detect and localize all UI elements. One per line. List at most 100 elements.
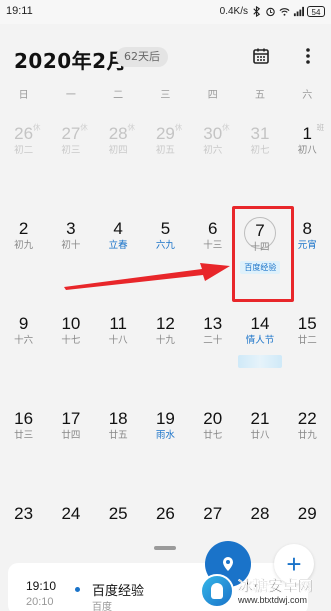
calendar-week-row: 23 24 25 26 27 28 29 (0, 502, 331, 552)
weekday-header: 日 一 二 三 四 五 六 (0, 86, 331, 106)
day-number: 17 (61, 409, 81, 428)
watermark-logo (200, 574, 234, 608)
event-title: 百度经验 (92, 584, 145, 599)
calendar-day-cell[interactable]: 10 十七 (47, 312, 94, 407)
calendar-day-cell[interactable]: 16 廿三 (0, 407, 47, 502)
calendar-day-cell[interactable]: 19 雨水 (142, 407, 189, 502)
holiday-badge: 休 (174, 123, 183, 132)
calendar-day-cell[interactable]: 25 (95, 502, 142, 552)
day-number: 5 (160, 219, 171, 238)
signal-icon (293, 6, 304, 16)
drag-handle[interactable] (154, 546, 176, 550)
day-number: 22 (297, 409, 317, 428)
day-number: 9 (18, 314, 29, 333)
calendar-day-cell[interactable]: 14 情人节 (236, 312, 283, 407)
calendar-day-cell[interactable]: 29 初五休 (142, 122, 189, 217)
event-color-dot (75, 587, 80, 592)
day-number: 18 (108, 409, 128, 428)
event-end-time: 20:10 (26, 596, 54, 608)
lunar-date-label: 初二 (14, 145, 34, 156)
day-number: 3 (66, 219, 76, 238)
lunar-date-label: 十九 (155, 335, 175, 346)
day-number: 25 (108, 504, 128, 523)
battery-icon: 54 (307, 5, 325, 17)
calendar-week-row: 16 廿三 17 廿四 18 廿五 19 雨水 20 廿七 21 廿八 22 廿九 (0, 407, 331, 502)
lunar-date-label: 初三 (61, 145, 81, 156)
event-start-time: 19:10 (26, 579, 57, 593)
calendar-day-cell[interactable]: 11 十八 (95, 312, 142, 407)
lunar-date-label: 十七 (61, 335, 81, 346)
calendar-day-cell[interactable]: 20 廿七 (189, 407, 236, 502)
day-number: 12 (155, 314, 175, 333)
weekday-label: 一 (65, 90, 76, 101)
holiday-badge: 班 (316, 123, 325, 132)
days-until-badge: 62天后 (116, 47, 168, 67)
calendar-day-cell[interactable]: 22 廿九 (284, 407, 331, 502)
lunar-date-label: 廿二 (297, 335, 317, 346)
lunar-date-label: 初九 (14, 240, 34, 251)
more-button[interactable] (294, 42, 322, 70)
lunar-date-label: 六九 (155, 240, 175, 251)
calendar-day-cell[interactable]: 13 二十 (189, 312, 236, 407)
calendar-day-cell[interactable]: 24 (47, 502, 94, 552)
calendar-week-row: 26 初二休 27 初三休 28 初四休 29 初五休 30 初六休 31 初七 1 初八班 (0, 122, 331, 217)
lunar-date-label: 廿七 (203, 430, 223, 441)
lunar-date-label: 廿五 (108, 430, 128, 441)
calendar-day-cell[interactable]: 23 (0, 502, 47, 552)
lunar-date-label: 初六 (203, 145, 223, 156)
lunar-date-label: 情人节 (245, 335, 275, 346)
status-time: 19:11 (6, 5, 33, 17)
calendar-day-cell[interactable]: 27 初三休 (47, 122, 94, 217)
lunar-date-label: 廿三 (14, 430, 34, 441)
calendar-grid: 26 初二休 27 初三休 28 初四休 29 初五休 30 初六休 31 初七 1 初八班 2 初九 3 初十 4… (0, 122, 331, 552)
alarm-icon (266, 7, 275, 16)
calendar-day-cell[interactable]: 17 廿四 (47, 407, 94, 502)
calendar-day-cell[interactable]: 21 廿八 (236, 407, 283, 502)
calendar-day-cell[interactable]: 15 廿二 (284, 312, 331, 407)
holiday-badge: 休 (127, 123, 136, 132)
day-number: 13 (203, 314, 223, 333)
day-number: 29 (297, 504, 317, 523)
event-chip-blurred[interactable] (238, 355, 283, 368)
lunar-date-label: 十八 (108, 335, 128, 346)
wifi-icon (279, 7, 290, 16)
calendar-week-row: 9 十六 10 十七 11 十八 12 十九 13 二十 14 情人节 15 廿二 (0, 312, 331, 407)
calendar-icon (253, 48, 269, 64)
calendar-day-cell[interactable]: 26 (142, 502, 189, 552)
day-number: 31 (250, 124, 270, 143)
day-number: 21 (250, 409, 270, 428)
calendar-day-cell[interactable]: 30 初六休 (189, 122, 236, 217)
calendar-day-cell[interactable]: 12 十九 (142, 312, 189, 407)
calendar-day-cell[interactable]: 28 初四休 (95, 122, 142, 217)
calendar-day-cell[interactable]: 2 初九 (0, 217, 47, 312)
weekday-label: 四 (207, 90, 218, 101)
day-number: 4 (113, 219, 123, 238)
lunar-date-label: 雨水 (155, 430, 175, 441)
calendar-day-cell[interactable]: 28 (236, 502, 283, 552)
day-number: 27 (203, 504, 223, 523)
calendar-day-cell[interactable]: 9 十六 (0, 312, 47, 407)
day-number: 16 (14, 409, 34, 428)
day-number: 10 (61, 314, 81, 333)
day-number: 28 (250, 504, 270, 523)
lunar-date-label: 廿九 (297, 430, 317, 441)
lunar-date-label: 初八 (297, 145, 317, 156)
watermark-title: 冰糖安卓网 (238, 576, 314, 595)
calendar-day-cell[interactable]: 26 初二休 (0, 122, 47, 217)
lunar-date-label: 初十 (61, 240, 81, 251)
day-number: 20 (203, 409, 223, 428)
month-title[interactable]: 2020年2月 (14, 45, 127, 74)
calendar-day-cell[interactable]: 31 初七 (236, 122, 283, 217)
holiday-badge: 休 (222, 123, 230, 132)
calendar-day-cell[interactable]: 1 初八班 (284, 122, 331, 217)
calendar-button[interactable] (247, 42, 275, 70)
lunar-date-label: 二十 (203, 335, 223, 346)
calendar-day-cell[interactable]: 18 廿五 (95, 407, 142, 502)
holiday-badge: 休 (33, 123, 41, 132)
status-icons: 0.4K/s 54 (220, 4, 325, 18)
lunar-date-label: 十三 (203, 240, 223, 251)
holiday-badge: 休 (80, 123, 88, 132)
day-number: 14 (250, 314, 270, 333)
annotation-arrow (64, 263, 230, 290)
weekday-label: 三 (160, 90, 171, 101)
